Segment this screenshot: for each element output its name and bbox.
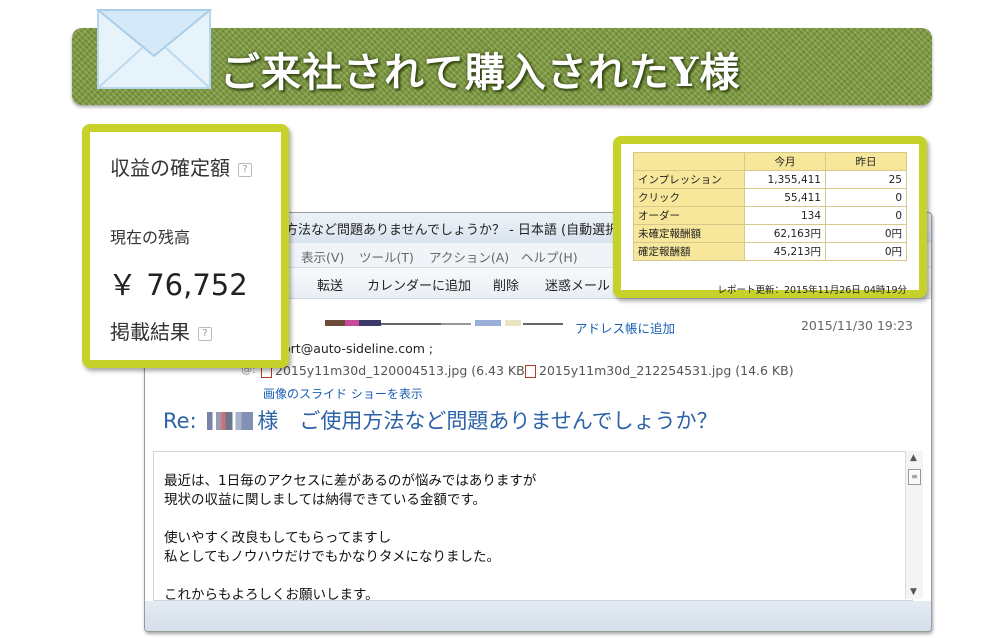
forward-button[interactable]: 転送 bbox=[317, 275, 343, 294]
add-to-address-book-link[interactable]: アドレス帳に追加 bbox=[575, 318, 675, 337]
banner-title: ご来社されて購入されたY様 bbox=[220, 49, 741, 96]
recipient-name-redacted bbox=[207, 412, 254, 430]
recipient-address: ort@auto-sideline.com ; bbox=[283, 341, 434, 356]
envelope-icon bbox=[96, 9, 212, 89]
mail-body[interactable]: 最近は、1日毎のアクセスに差があるのが悩みではありますが 現状の収益に関しまして… bbox=[153, 451, 913, 603]
cell-month: 55,411 bbox=[744, 188, 826, 207]
junk-button[interactable]: 迷惑メール bbox=[545, 275, 610, 294]
scroll-thumb[interactable]: ≡ bbox=[908, 469, 921, 485]
row-label: 未確定報酬額 bbox=[633, 224, 745, 243]
subject-prefix: Re: bbox=[163, 409, 197, 433]
help-icon[interactable]: ? bbox=[238, 163, 252, 177]
table-header-row: 今月 昨日 bbox=[633, 152, 907, 171]
menu-help[interactable]: ヘルプ(H) bbox=[521, 247, 578, 266]
table-row: 未確定報酬額 62,163円 0円 bbox=[633, 224, 907, 243]
row-label: オーダー bbox=[633, 206, 745, 225]
scroll-down-icon[interactable]: ▼ bbox=[910, 587, 917, 597]
table-row: 確定報酬額 45,213円 0円 bbox=[633, 242, 907, 261]
cell-month: 1,355,411 bbox=[744, 170, 826, 189]
table-row: インプレッション 1,355,411 25 bbox=[633, 170, 907, 189]
confirmed-revenue-text: 収益の確定額 bbox=[110, 156, 230, 180]
column-header-month: 今月 bbox=[744, 152, 826, 171]
subject-text: 様 ご使用方法など問題ありませんでしょうか？ bbox=[257, 409, 718, 433]
body-line: 私としてもノウハウだけでもかなりタメになりました。 bbox=[164, 549, 501, 565]
table-row: クリック 55,411 0 bbox=[633, 188, 907, 207]
slideshow-link[interactable]: 画像のスライド ショーを表示 bbox=[263, 385, 423, 402]
cell-month: 134 bbox=[744, 206, 826, 225]
cell-month: 45,213円 bbox=[744, 242, 826, 261]
scroll-up-icon[interactable]: ▲ bbox=[910, 453, 917, 463]
stats-table: 今月 昨日 インプレッション 1,355,411 25 クリック 55,411 … bbox=[633, 152, 907, 261]
attachment-2[interactable]: 2015y11m30d_212254531.jpg (14.6 KB) bbox=[539, 363, 794, 378]
row-label: クリック bbox=[633, 188, 745, 207]
cell-month: 62,163円 bbox=[744, 224, 826, 243]
mail-subject: Re: 様 ご使用方法など問題ありませんでしょうか？ bbox=[163, 405, 718, 435]
table-row: オーダー 134 0 bbox=[633, 206, 907, 225]
sender-name-redacted bbox=[325, 320, 565, 328]
menu-tools[interactable]: ツール(T) bbox=[359, 247, 414, 266]
add-to-calendar-button[interactable]: カレンダーに追加 bbox=[367, 275, 471, 294]
revenue-card: 収益の確定額? 現在の残高 ￥ 76,752 掲載結果? bbox=[82, 124, 289, 368]
results-label: 掲載結果? bbox=[110, 316, 212, 345]
balance-label: 現在の残高 bbox=[110, 228, 191, 247]
body-line: 現状の収益に関しましては納得できている金額です。 bbox=[164, 492, 486, 508]
attachment-1[interactable]: 2015y11m30d_120004513.jpg (6.43 KB) bbox=[275, 363, 530, 378]
menu-action[interactable]: アクション(A) bbox=[429, 247, 509, 266]
window-title: 方法など問題ありませんでしょうか？ - 日本語 (自動選択) bbox=[285, 223, 624, 238]
cell-yesterday: 0 bbox=[825, 188, 907, 207]
stats-card: 今月 昨日 インプレッション 1,355,411 25 クリック 55,411 … bbox=[613, 136, 927, 298]
balance-amount: ￥ 76,752 bbox=[108, 268, 248, 302]
mail-body-text: 最近は、1日毎のアクセスに差があるのが悩みではありますが 現状の収益に関しまして… bbox=[164, 472, 536, 605]
body-line: 最近は、1日毎のアクセスに差があるのが悩みではありますが bbox=[164, 473, 537, 489]
results-text: 掲載結果 bbox=[110, 320, 190, 344]
menu-view[interactable]: 表示(V) bbox=[301, 247, 344, 266]
body-line: 使いやすく改良もしてもらってますし bbox=[164, 530, 392, 546]
column-header-yesterday: 昨日 bbox=[825, 152, 907, 171]
confirmed-revenue-label: 収益の確定額? bbox=[110, 152, 252, 181]
table-corner bbox=[633, 152, 745, 171]
body-scrollbar[interactable]: ▲ ≡ ▼ bbox=[905, 451, 923, 599]
help-icon[interactable]: ? bbox=[198, 327, 212, 341]
body-line bbox=[164, 510, 536, 529]
body-line bbox=[164, 567, 536, 586]
attachment-icon bbox=[525, 365, 536, 378]
mail-date: 2015/11/30 19:23 bbox=[800, 318, 913, 333]
cell-yesterday: 25 bbox=[825, 170, 907, 189]
report-updated: レポート更新：2015年11月26日 04時19分 bbox=[717, 285, 907, 296]
cell-yesterday: 0 bbox=[825, 206, 907, 225]
row-label: インプレッション bbox=[633, 170, 745, 189]
cell-yesterday: 0円 bbox=[825, 224, 907, 243]
delete-button[interactable]: 削除 bbox=[493, 275, 519, 294]
mail-footer bbox=[145, 601, 931, 631]
row-label: 確定報酬額 bbox=[633, 242, 745, 261]
cell-yesterday: 0円 bbox=[825, 242, 907, 261]
